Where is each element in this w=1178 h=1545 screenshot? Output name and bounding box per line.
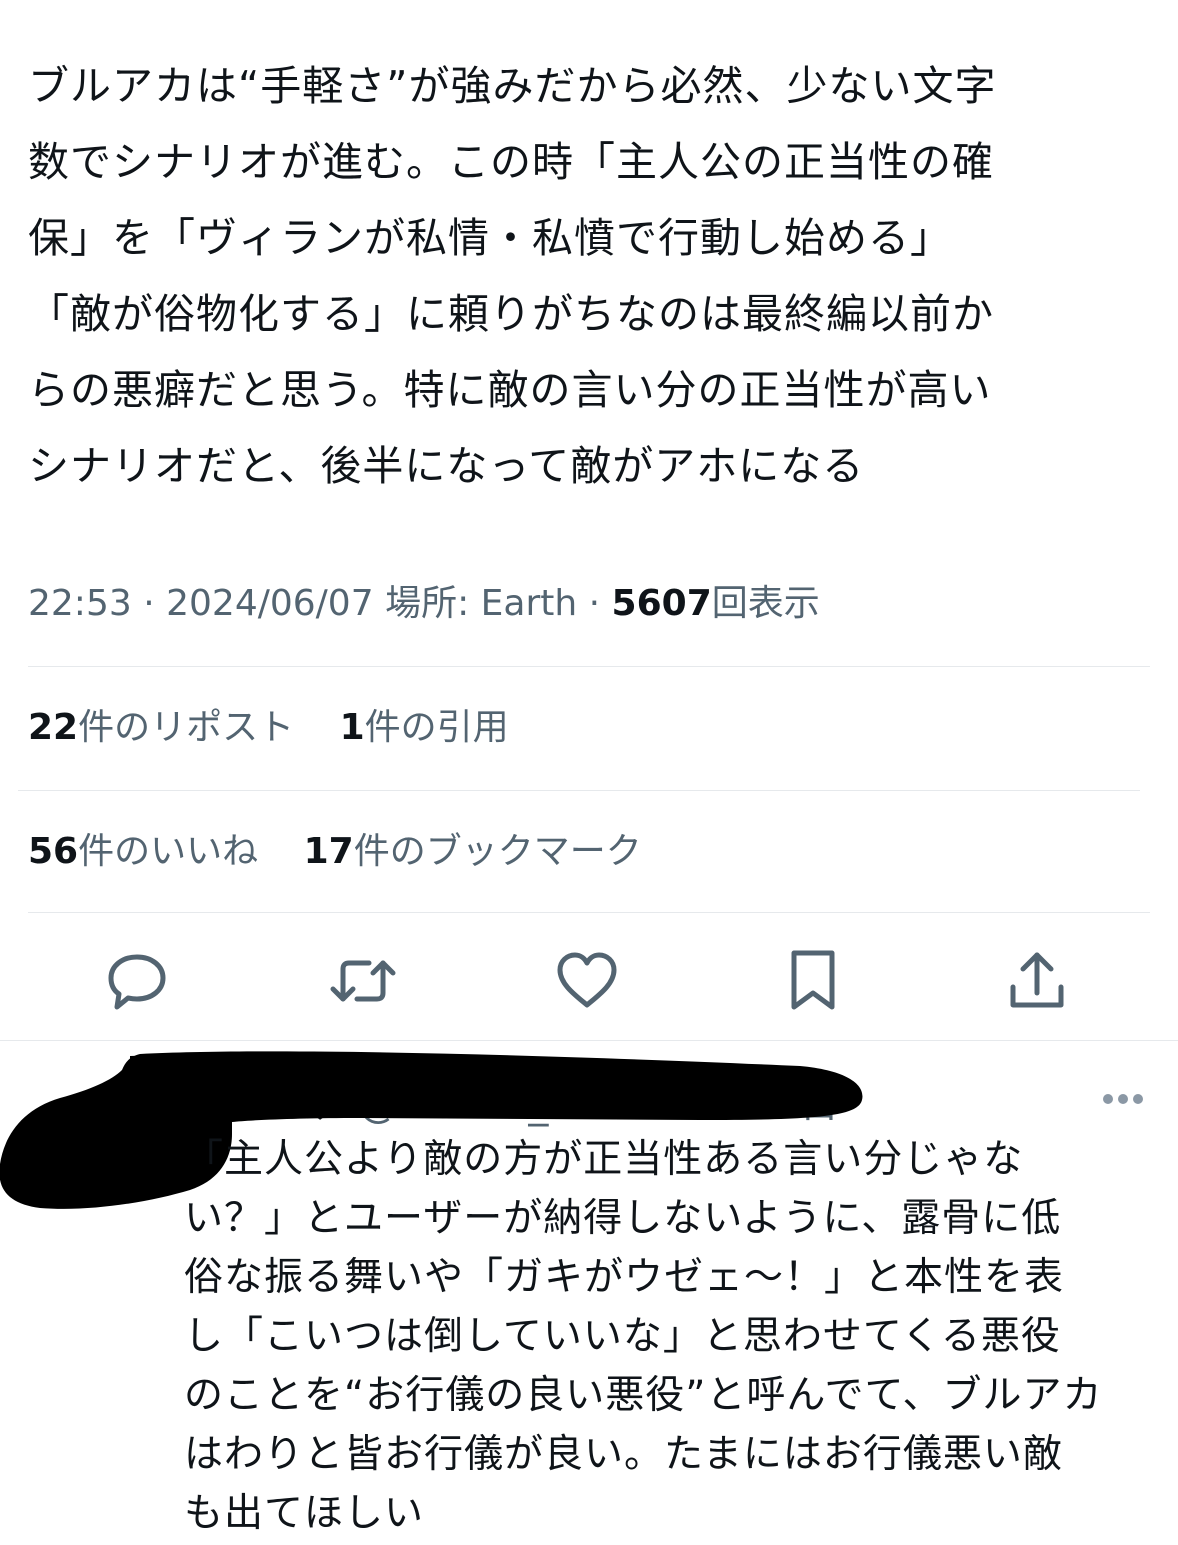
reply-text-line: も出てほしい <box>184 1491 425 1536</box>
reply-button[interactable] <box>102 946 172 1016</box>
tweet-text-line: シナリオだと、後半になって敵がアホになる <box>28 442 865 490</box>
tweet-time[interactable]: 22:53 <box>28 583 132 624</box>
reply-text-line: のことを“お行儀の良い悪役”と呼んでて、ブルアカ <box>184 1373 1103 1418</box>
quotes-count: 1 <box>339 707 365 748</box>
bookmarks-label: 件のブックマーク <box>353 831 642 872</box>
views-count: 5607 <box>611 583 712 624</box>
reply-text-line: 俗な振る舞いや「ガキがウゼェ〜！」と本性を表 <box>184 1255 1065 1300</box>
divider <box>28 912 1150 913</box>
like-button[interactable] <box>552 946 622 1016</box>
quotes-link[interactable]: 1件の引用 <box>340 707 509 748</box>
tweet-meta: 22:53 · 2024/06/07 場所: Earth · 5607回表示 <box>28 576 820 632</box>
tweet-text-line: 「敵が俗物化する」に頼りがちなのは最終編以前か <box>28 290 994 338</box>
reply-text-line: し「こいつは倒していいな」と思わせてくる悪役 <box>184 1314 1061 1359</box>
more-options-icon[interactable] <box>1102 1092 1144 1106</box>
tweet-text-line: ブルアカは“手軽さ”が強みだから必然、少ない文字 <box>28 62 997 110</box>
repost-stats-row: 22件のリポスト 1件の引用 <box>28 700 543 756</box>
reply-tweet[interactable]: ムシモチ@oekaki_omotikun · 3日 「主人公より敵の方が正当性あ… <box>0 1040 1178 1545</box>
reply-text-line: はわりと皆お行儀が良い。たまにはお行儀悪い敵 <box>184 1432 1063 1477</box>
tweet-text-line: 保」を「ヴィランが私情・私憤で行動し始める」 <box>28 214 952 262</box>
retweet-icon <box>330 960 396 1002</box>
share-button[interactable] <box>1002 946 1072 1016</box>
tweet-text: ブルアカは“手軽さ”が強みだから必然、少ない文字 数でシナリオが進む。この時「主… <box>28 48 1148 504</box>
bookmark-button[interactable] <box>778 946 848 1016</box>
reply-text-line: 「主人公より敵の方が正当性ある言い分じゃな <box>184 1137 1024 1182</box>
meta-separator: · <box>588 583 601 624</box>
meta-separator: · <box>143 583 155 624</box>
tweet-date[interactable]: 2024/06/07 <box>166 583 374 624</box>
action-bar <box>0 936 1178 1026</box>
like-stats-row: 56件のいいね 17件のブックマーク <box>28 824 676 880</box>
reply-text-line: い？」とユーザーが納得しないように、露骨に低 <box>184 1196 1062 1241</box>
tweet-text-line: 数でシナリオが進む。この時「主人公の正当性の確 <box>28 138 994 186</box>
quotes-label: 件の引用 <box>364 707 509 748</box>
divider <box>18 790 1140 791</box>
like-icon <box>557 952 617 1008</box>
tweet-text-line: らの悪癖だと思う。特に敵の言い分の正当性が高い <box>28 366 992 414</box>
likes-count: 56 <box>28 831 79 872</box>
likes-label: 件のいいね <box>78 831 259 872</box>
views-label: 回表示 <box>711 583 820 624</box>
reposts-count: 22 <box>28 707 79 748</box>
share-icon <box>1010 952 1064 1008</box>
reply-icon <box>108 954 166 1010</box>
divider <box>28 666 1150 667</box>
reposts-label: 件のリポスト <box>78 707 295 748</box>
bookmark-icon <box>791 950 835 1010</box>
retweet-button[interactable] <box>328 946 398 1016</box>
reposts-link[interactable]: 22件のリポスト <box>28 707 294 748</box>
likes-link[interactable]: 56件のいいね <box>28 831 258 872</box>
reply-text: 「主人公より敵の方が正当性ある言い分じゃな い？」とユーザーが納得しないように、… <box>184 1130 1164 1543</box>
bookmarks-link[interactable]: 17件のブックマーク <box>304 831 642 872</box>
tweet-location: 場所: Earth <box>385 583 578 624</box>
bookmarks-count: 17 <box>303 831 354 872</box>
